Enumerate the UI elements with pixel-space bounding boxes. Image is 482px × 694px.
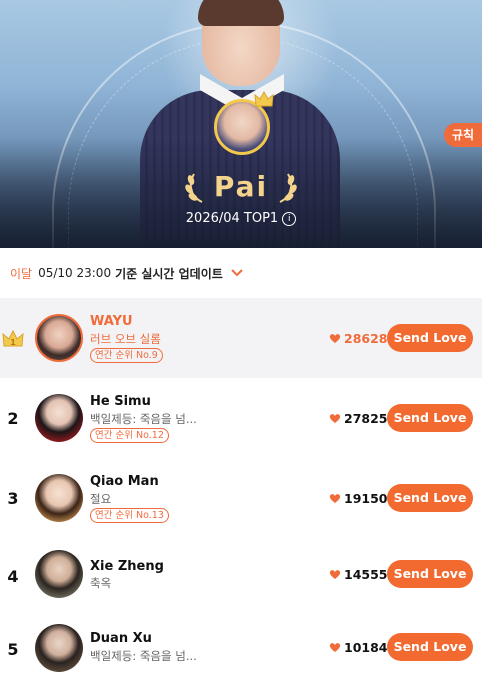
- chevron-down-icon[interactable]: [231, 269, 243, 277]
- avatar[interactable]: [35, 624, 83, 672]
- annual-rank-badge: 연간 순위 No.9: [90, 348, 163, 363]
- heart-icon: [329, 414, 341, 423]
- avatar[interactable]: [35, 394, 83, 442]
- love-score-value: 19150: [344, 491, 388, 506]
- rank-number: 4: [7, 567, 19, 586]
- love-score: 27825: [329, 411, 388, 426]
- artist-name[interactable]: WAYU: [90, 314, 133, 329]
- drama-title: 축옥: [90, 576, 112, 590]
- love-score: 19150: [329, 491, 388, 506]
- send-love-button[interactable]: Send Love: [387, 633, 473, 661]
- annual-rank-badge: 연간 순위 No.13: [90, 508, 169, 523]
- drama-title: 러브 오브 실롬: [90, 332, 161, 346]
- rank-number: 2: [7, 409, 19, 428]
- love-score-value: 27825: [344, 411, 388, 426]
- svg-text:1: 1: [10, 338, 16, 347]
- drama-title: 절요: [90, 492, 112, 506]
- laurel-right-icon: [279, 173, 297, 203]
- send-love-button[interactable]: Send Love: [387, 560, 473, 588]
- update-time: 05/10 23:00: [38, 266, 112, 280]
- artist-name[interactable]: Qiao Man: [90, 474, 159, 489]
- artist-name[interactable]: Duan Xu: [90, 631, 152, 646]
- month-label: 이달: [10, 266, 33, 281]
- love-score-value: 14555: [344, 567, 388, 582]
- artist-name[interactable]: Xie Zheng: [90, 559, 164, 574]
- table-row[interactable]: 1 WAYU 러브 오브 실롬 연간 순위 No.9 28628 Send Lo…: [0, 298, 482, 378]
- rank-number: 3: [7, 489, 19, 508]
- send-love-button[interactable]: Send Love: [387, 484, 473, 512]
- love-score-value: 10184: [344, 640, 388, 655]
- update-text: 기준 실시간 업데이트: [115, 266, 223, 281]
- top1-period: 2026/04 TOP1 i: [0, 211, 482, 226]
- table-row[interactable]: 5 Duan Xu 백일제등: 죽음을 넘... 10184 Send Love: [0, 614, 482, 694]
- send-love-button[interactable]: Send Love: [387, 404, 473, 432]
- crown-icon: 1: [2, 330, 24, 347]
- avatar[interactable]: [35, 474, 83, 522]
- heart-icon: [329, 334, 341, 343]
- drama-title: 백일제등: 죽음을 넘...: [90, 649, 197, 663]
- table-row[interactable]: 3 Qiao Man 절요 연간 순위 No.13 19150 Send Lov…: [0, 458, 482, 538]
- rules-button[interactable]: 규칙: [444, 123, 482, 147]
- love-score: 14555: [329, 567, 388, 582]
- info-icon[interactable]: i: [282, 212, 297, 226]
- table-row[interactable]: 4 Xie Zheng 축옥 14555 Send Love: [0, 538, 482, 618]
- love-score-value: 28628: [344, 331, 388, 346]
- love-score: 28628: [329, 331, 388, 346]
- crown-icon: [254, 90, 274, 107]
- heart-icon: [329, 570, 341, 579]
- avatar[interactable]: [35, 314, 83, 362]
- love-score: 10184: [329, 640, 388, 655]
- send-love-button[interactable]: Send Love: [387, 324, 473, 352]
- top1-name: Pai: [213, 170, 269, 203]
- avatar[interactable]: [35, 550, 83, 598]
- drama-title: 백일제등: 죽음을 넘...: [90, 412, 197, 426]
- top1-period-label: 2026/04 TOP1: [185, 211, 279, 226]
- heart-icon: [329, 494, 341, 503]
- rank-number: 5: [7, 640, 19, 659]
- annual-rank-badge: 연간 순위 No.12: [90, 428, 169, 443]
- artist-name[interactable]: He Simu: [90, 394, 151, 409]
- table-row[interactable]: 2 He Simu 백일제등: 죽음을 넘... 연간 순위 No.12 278…: [0, 378, 482, 458]
- heart-icon: [329, 643, 341, 652]
- update-bar[interactable]: 이달 05/10 23:00 기준 실시간 업데이트: [10, 264, 243, 282]
